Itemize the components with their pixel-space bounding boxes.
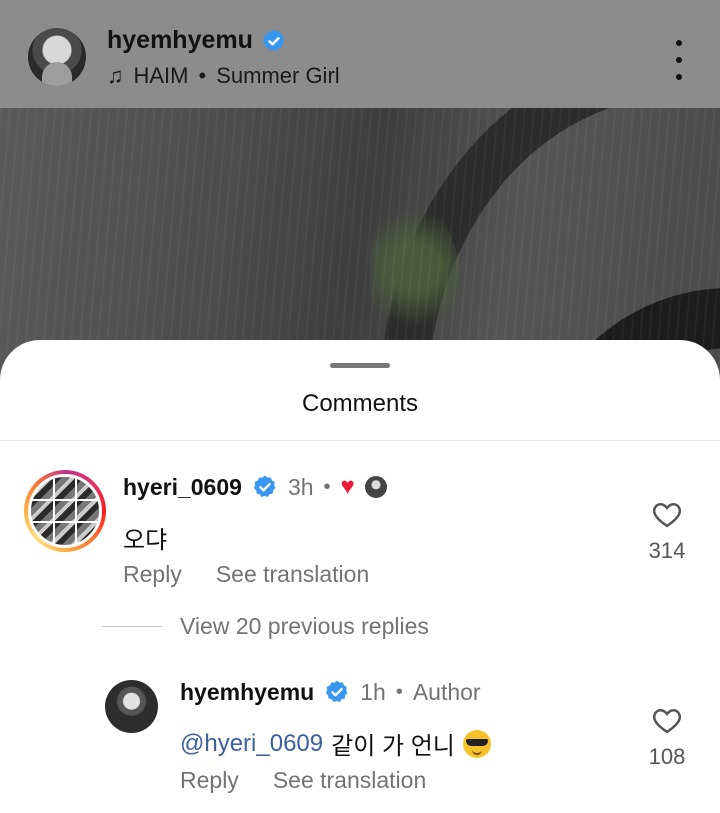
comment-time: 3h (287, 473, 314, 500)
view-previous-replies-button[interactable]: View 20 previous replies (180, 613, 429, 640)
verified-badge-icon (326, 680, 348, 702)
more-vertical-icon (676, 40, 682, 46)
meta-separator: • (323, 475, 331, 498)
comment-username[interactable]: hyeri_0609 (123, 474, 242, 501)
reply-actions: Reply See translation (180, 767, 426, 794)
verified-badge-icon (253, 475, 276, 497)
replies-line (101, 626, 163, 627)
author-tag: Author (412, 678, 481, 705)
like-count: 314 (648, 538, 686, 563)
reply-button[interactable]: Reply (123, 561, 182, 588)
author-mini-avatar (364, 476, 387, 498)
comment-actions: Reply See translation (123, 561, 369, 588)
post-music-info[interactable]: ♫ HAIM • Summer Girl (107, 63, 340, 89)
see-translation-button[interactable]: See translation (273, 767, 426, 794)
post-author-username[interactable]: hyemhyemu (107, 26, 253, 55)
comment-meta: hyeri_0609 3h • ♥ (123, 471, 387, 503)
reply-text: @hyeri_0609 같이 가 언니 (180, 726, 491, 761)
music-track: Summer Girl (216, 63, 340, 88)
post-author[interactable]: hyemhyemu (107, 26, 287, 55)
sheet-divider (0, 440, 720, 441)
reply-avatar[interactable] (105, 680, 158, 733)
reply-username[interactable]: hyemhyemu (180, 679, 314, 706)
more-options-button[interactable] (664, 40, 694, 80)
music-note-icon: ♫ (107, 63, 124, 88)
comments-sheet: Comments hyeri_0609 3h • ♥ 오댜 Reply See … (0, 340, 720, 813)
reply-body: 같이 가 언니 (331, 733, 455, 760)
more-dot (676, 57, 682, 63)
reply-like: 108 (637, 706, 697, 770)
sheet-drag-handle[interactable] (330, 363, 390, 368)
meta-separator: • (395, 680, 403, 703)
reply-button[interactable]: Reply (180, 767, 239, 794)
reply-meta: hyemhyemu 1h • Author (180, 676, 481, 708)
heart-outline-icon[interactable] (652, 500, 682, 528)
music-separator: • (198, 63, 207, 88)
story-ring-avatar (28, 474, 102, 548)
verified-badge-icon (262, 29, 285, 51)
mention-link[interactable]: @hyeri_0609 (180, 730, 323, 758)
post-header: hyemhyemu ♫ HAIM • Summer Girl (0, 0, 720, 108)
reply-time: 1h (360, 678, 386, 705)
like-count: 108 (648, 744, 686, 769)
more-dot (676, 74, 682, 80)
heart-outline-icon[interactable] (652, 706, 682, 734)
comment-avatar[interactable] (24, 470, 106, 552)
sunglasses-emoji-icon (462, 729, 491, 758)
post-author-avatar[interactable] (28, 28, 86, 86)
see-translation-button[interactable]: See translation (216, 561, 369, 588)
comment-text: 오댜 (123, 527, 168, 554)
sheet-title: Comments (301, 390, 419, 417)
author-liked-heart-icon: ♥ (340, 473, 355, 500)
music-artist: HAIM (133, 63, 189, 88)
comment-like: 314 (637, 500, 697, 564)
